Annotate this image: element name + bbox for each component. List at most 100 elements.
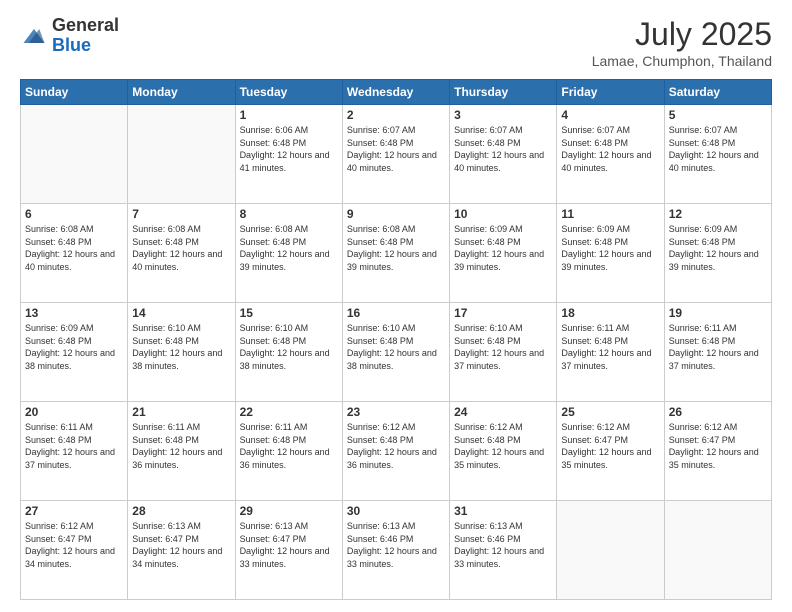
week-row-4: 27 Sunrise: 6:12 AM Sunset: 6:47 PM Dayli… xyxy=(21,501,772,600)
day-number-27: 27 xyxy=(25,504,123,518)
logo-general: General xyxy=(52,15,119,35)
day-number-29: 29 xyxy=(240,504,338,518)
day-number-11: 11 xyxy=(561,207,659,221)
day-number-14: 14 xyxy=(132,306,230,320)
day-info-4: Sunrise: 6:07 AM Sunset: 6:48 PM Dayligh… xyxy=(561,124,659,174)
calendar-cell-4-2: 29 Sunrise: 6:13 AM Sunset: 6:47 PM Dayli… xyxy=(235,501,342,600)
day-number-17: 17 xyxy=(454,306,552,320)
day-number-25: 25 xyxy=(561,405,659,419)
day-info-2: Sunrise: 6:07 AM Sunset: 6:48 PM Dayligh… xyxy=(347,124,445,174)
day-info-26: Sunrise: 6:12 AM Sunset: 6:47 PM Dayligh… xyxy=(669,421,767,471)
day-number-21: 21 xyxy=(132,405,230,419)
day-info-6: Sunrise: 6:08 AM Sunset: 6:48 PM Dayligh… xyxy=(25,223,123,273)
day-info-16: Sunrise: 6:10 AM Sunset: 6:48 PM Dayligh… xyxy=(347,322,445,372)
day-info-19: Sunrise: 6:11 AM Sunset: 6:48 PM Dayligh… xyxy=(669,322,767,372)
day-info-27: Sunrise: 6:12 AM Sunset: 6:47 PM Dayligh… xyxy=(25,520,123,570)
calendar-cell-3-1: 21 Sunrise: 6:11 AM Sunset: 6:48 PM Dayli… xyxy=(128,402,235,501)
col-monday: Monday xyxy=(128,80,235,105)
calendar-cell-1-2: 8 Sunrise: 6:08 AM Sunset: 6:48 PM Daylig… xyxy=(235,204,342,303)
calendar-cell-4-3: 30 Sunrise: 6:13 AM Sunset: 6:46 PM Dayli… xyxy=(342,501,449,600)
calendar-cell-3-6: 26Sunrise: 6:12 AM Sunset: 6:47 PM Dayli… xyxy=(664,402,771,501)
day-info-17: Sunrise: 6:10 AM Sunset: 6:48 PM Dayligh… xyxy=(454,322,552,372)
calendar-cell-2-3: 16 Sunrise: 6:10 AM Sunset: 6:48 PM Dayli… xyxy=(342,303,449,402)
day-info-24: Sunrise: 6:12 AM Sunset: 6:48 PM Dayligh… xyxy=(454,421,552,471)
day-number-31: 31 xyxy=(454,504,552,518)
day-number-23: 23 xyxy=(347,405,445,419)
day-number-4: 4 xyxy=(561,108,659,122)
calendar-cell-1-5: 11 Sunrise: 6:09 AM Sunset: 6:48 PM Dayli… xyxy=(557,204,664,303)
calendar-cell-4-1: 28 Sunrise: 6:13 AM Sunset: 6:47 PM Dayli… xyxy=(128,501,235,600)
day-info-21: Sunrise: 6:11 AM Sunset: 6:48 PM Dayligh… xyxy=(132,421,230,471)
day-number-7: 7 xyxy=(132,207,230,221)
calendar-cell-1-6: 12Sunrise: 6:09 AM Sunset: 6:48 PM Dayli… xyxy=(664,204,771,303)
day-number-3: 3 xyxy=(454,108,552,122)
calendar-cell-4-4: 31Sunrise: 6:13 AM Sunset: 6:46 PM Dayli… xyxy=(450,501,557,600)
logo-icon xyxy=(20,22,48,50)
calendar-cell-2-1: 14 Sunrise: 6:10 AM Sunset: 6:48 PM Dayli… xyxy=(128,303,235,402)
day-info-28: Sunrise: 6:13 AM Sunset: 6:47 PM Dayligh… xyxy=(132,520,230,570)
calendar-cell-3-5: 25 Sunrise: 6:12 AM Sunset: 6:47 PM Dayli… xyxy=(557,402,664,501)
day-number-2: 2 xyxy=(347,108,445,122)
calendar-cell-2-6: 19 Sunrise: 6:11 AM Sunset: 6:48 PM Dayli… xyxy=(664,303,771,402)
day-info-1: Sunrise: 6:06 AM Sunset: 6:48 PM Dayligh… xyxy=(240,124,338,174)
day-number-19: 19 xyxy=(669,306,767,320)
calendar-cell-0-1 xyxy=(128,105,235,204)
col-thursday: Thursday xyxy=(450,80,557,105)
title-block: July 2025 Lamae, Chumphon, Thailand xyxy=(592,16,772,69)
col-tuesday: Tuesday xyxy=(235,80,342,105)
day-number-20: 20 xyxy=(25,405,123,419)
day-number-28: 28 xyxy=(132,504,230,518)
day-info-18: Sunrise: 6:11 AM Sunset: 6:48 PM Dayligh… xyxy=(561,322,659,372)
day-number-30: 30 xyxy=(347,504,445,518)
day-info-7: Sunrise: 6:08 AM Sunset: 6:48 PM Dayligh… xyxy=(132,223,230,273)
calendar-cell-0-6: 5Sunrise: 6:07 AM Sunset: 6:48 PM Daylig… xyxy=(664,105,771,204)
calendar-cell-0-0 xyxy=(21,105,128,204)
calendar-cell-4-0: 27 Sunrise: 6:12 AM Sunset: 6:47 PM Dayli… xyxy=(21,501,128,600)
col-friday: Friday xyxy=(557,80,664,105)
day-info-29: Sunrise: 6:13 AM Sunset: 6:47 PM Dayligh… xyxy=(240,520,338,570)
calendar-cell-1-4: 10Sunrise: 6:09 AM Sunset: 6:48 PM Dayli… xyxy=(450,204,557,303)
day-info-10: Sunrise: 6:09 AM Sunset: 6:48 PM Dayligh… xyxy=(454,223,552,273)
day-info-12: Sunrise: 6:09 AM Sunset: 6:48 PM Dayligh… xyxy=(669,223,767,273)
calendar-cell-3-3: 23 Sunrise: 6:12 AM Sunset: 6:48 PM Dayli… xyxy=(342,402,449,501)
day-info-25: Sunrise: 6:12 AM Sunset: 6:47 PM Dayligh… xyxy=(561,421,659,471)
day-info-23: Sunrise: 6:12 AM Sunset: 6:48 PM Dayligh… xyxy=(347,421,445,471)
calendar-cell-3-4: 24 Sunrise: 6:12 AM Sunset: 6:48 PM Dayli… xyxy=(450,402,557,501)
calendar-cell-2-5: 18 Sunrise: 6:11 AM Sunset: 6:48 PM Dayli… xyxy=(557,303,664,402)
day-number-22: 22 xyxy=(240,405,338,419)
calendar-cell-2-4: 17 Sunrise: 6:10 AM Sunset: 6:48 PM Dayli… xyxy=(450,303,557,402)
col-sunday: Sunday xyxy=(21,80,128,105)
calendar-cell-2-0: 13Sunrise: 6:09 AM Sunset: 6:48 PM Dayli… xyxy=(21,303,128,402)
day-number-16: 16 xyxy=(347,306,445,320)
col-wednesday: Wednesday xyxy=(342,80,449,105)
day-info-11: Sunrise: 6:09 AM Sunset: 6:48 PM Dayligh… xyxy=(561,223,659,273)
day-info-3: Sunrise: 6:07 AM Sunset: 6:48 PM Dayligh… xyxy=(454,124,552,174)
day-number-18: 18 xyxy=(561,306,659,320)
page: General Blue July 2025 Lamae, Chumphon, … xyxy=(0,0,792,612)
day-info-8: Sunrise: 6:08 AM Sunset: 6:48 PM Dayligh… xyxy=(240,223,338,273)
day-number-8: 8 xyxy=(240,207,338,221)
location: Lamae, Chumphon, Thailand xyxy=(592,53,772,69)
day-number-6: 6 xyxy=(25,207,123,221)
logo-text: General Blue xyxy=(52,16,119,56)
calendar-cell-1-3: 9 Sunrise: 6:08 AM Sunset: 6:48 PM Daylig… xyxy=(342,204,449,303)
calendar-cell-4-6 xyxy=(664,501,771,600)
calendar-cell-0-5: 4 Sunrise: 6:07 AM Sunset: 6:48 PM Daylig… xyxy=(557,105,664,204)
day-info-9: Sunrise: 6:08 AM Sunset: 6:48 PM Dayligh… xyxy=(347,223,445,273)
week-row-1: 6 Sunrise: 6:08 AM Sunset: 6:48 PM Daylig… xyxy=(21,204,772,303)
day-info-14: Sunrise: 6:10 AM Sunset: 6:48 PM Dayligh… xyxy=(132,322,230,372)
day-number-13: 13 xyxy=(25,306,123,320)
day-info-20: Sunrise: 6:11 AM Sunset: 6:48 PM Dayligh… xyxy=(25,421,123,471)
calendar-cell-4-5 xyxy=(557,501,664,600)
calendar: Sunday Monday Tuesday Wednesday Thursday… xyxy=(20,79,772,600)
col-saturday: Saturday xyxy=(664,80,771,105)
day-info-22: Sunrise: 6:11 AM Sunset: 6:48 PM Dayligh… xyxy=(240,421,338,471)
logo-blue: Blue xyxy=(52,35,91,55)
calendar-cell-1-0: 6 Sunrise: 6:08 AM Sunset: 6:48 PM Daylig… xyxy=(21,204,128,303)
day-info-30: Sunrise: 6:13 AM Sunset: 6:46 PM Dayligh… xyxy=(347,520,445,570)
week-row-0: 1Sunrise: 6:06 AM Sunset: 6:48 PM Daylig… xyxy=(21,105,772,204)
calendar-cell-3-0: 20 Sunrise: 6:11 AM Sunset: 6:48 PM Dayli… xyxy=(21,402,128,501)
day-info-15: Sunrise: 6:10 AM Sunset: 6:48 PM Dayligh… xyxy=(240,322,338,372)
day-number-9: 9 xyxy=(347,207,445,221)
day-number-24: 24 xyxy=(454,405,552,419)
